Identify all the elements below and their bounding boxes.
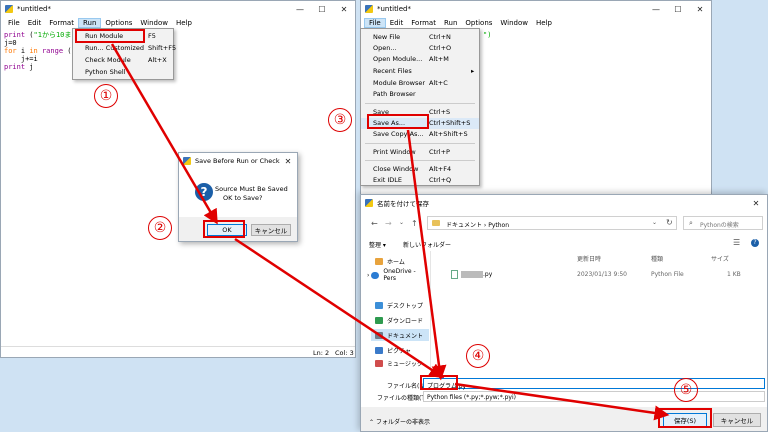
- step-4-marker: ④: [466, 344, 490, 368]
- step-5-marker: ⑤: [674, 378, 698, 402]
- arrow-3: [406, 129, 447, 381]
- arrow-4: [454, 382, 670, 421]
- arrow-2: [234, 237, 445, 379]
- step-2-marker: ②: [148, 216, 172, 240]
- arrow-1: [110, 43, 218, 225]
- step-3-marker: ③: [328, 108, 352, 132]
- step-1-marker: ①: [94, 84, 118, 108]
- annotation-arrows: [110, 43, 670, 421]
